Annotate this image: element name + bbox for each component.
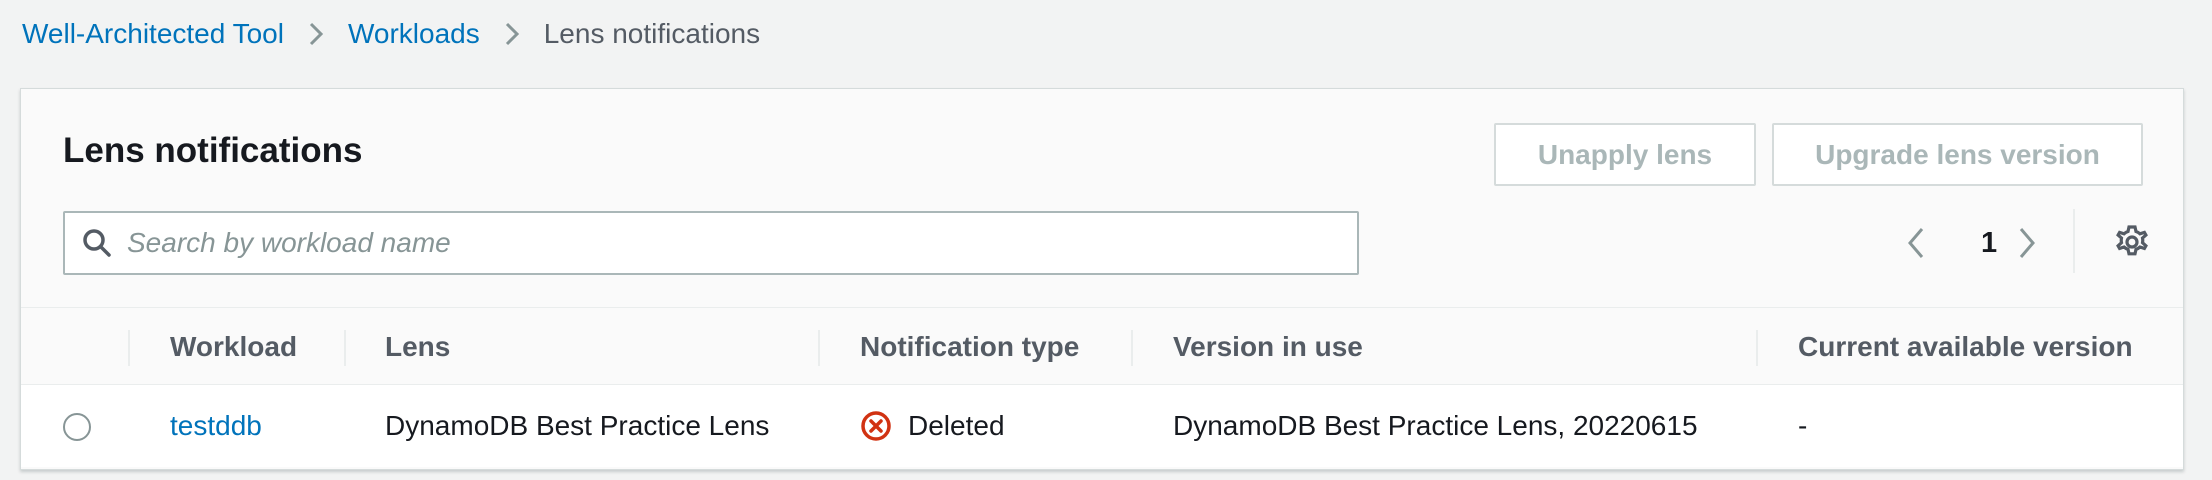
column-header-lens[interactable]: Lens	[385, 308, 450, 386]
breadcrumb-current: Lens notifications	[543, 18, 761, 49]
page-title: Lens notifications	[63, 131, 363, 170]
column-header-version-in-use[interactable]: Version in use	[1173, 308, 1363, 386]
error-x-circle-icon	[861, 411, 891, 441]
page-number-1[interactable]: 1	[1981, 217, 1997, 269]
current-available-version-cell: -	[1798, 410, 1808, 441]
workload-link[interactable]: testddb	[170, 385, 262, 467]
notification-type-label: Deleted	[908, 410, 1005, 441]
breadcrumb: Well-Architected Tool Workloads Lens not…	[22, 14, 760, 54]
next-page-button[interactable]	[2016, 217, 2038, 269]
chevron-right-icon	[2019, 228, 2035, 258]
lens-notifications-panel: Lens notifications Unapply lens Upgrade …	[20, 88, 2184, 470]
version-in-use-cell: DynamoDB Best Practice Lens, 20220615	[1173, 410, 1698, 441]
table-row[interactable]: testddb DynamoDB Best Practice Lens Dele…	[21, 385, 2183, 467]
column-header-notification-type[interactable]: Notification type	[860, 308, 1079, 386]
breadcrumb-link-workloads[interactable]: Workloads	[348, 18, 480, 50]
notification-type-cell: Deleted	[860, 385, 1005, 467]
column-divider	[128, 330, 130, 366]
column-divider	[1131, 330, 1133, 366]
notifications-table: Workload Lens Notification type Version …	[21, 307, 2183, 467]
column-divider	[344, 330, 346, 366]
chevron-left-icon	[1908, 228, 1924, 258]
breadcrumb-link-well-architected-tool[interactable]: Well-Architected Tool	[22, 18, 284, 50]
table-header: Workload Lens Notification type Version …	[21, 307, 2183, 385]
upgrade-lens-version-button[interactable]: Upgrade lens version	[1772, 123, 2143, 186]
column-divider	[1756, 330, 1758, 366]
search-field[interactable]	[63, 211, 1359, 275]
column-header-current-available-version[interactable]: Current available version	[1798, 308, 2133, 386]
previous-page-button[interactable]	[1905, 217, 1927, 269]
gear-icon[interactable]	[2113, 223, 2151, 261]
column-header-workload[interactable]: Workload	[170, 308, 297, 386]
chevron-right-icon	[502, 20, 522, 48]
unapply-lens-button[interactable]: Unapply lens	[1494, 123, 1756, 186]
chevron-right-icon	[306, 20, 326, 48]
lens-cell: DynamoDB Best Practice Lens	[385, 410, 770, 441]
search-icon	[83, 229, 111, 257]
row-select-radio[interactable]	[63, 413, 91, 441]
search-input[interactable]	[127, 227, 1307, 259]
column-divider	[818, 330, 820, 366]
pagination-divider	[2073, 209, 2075, 273]
